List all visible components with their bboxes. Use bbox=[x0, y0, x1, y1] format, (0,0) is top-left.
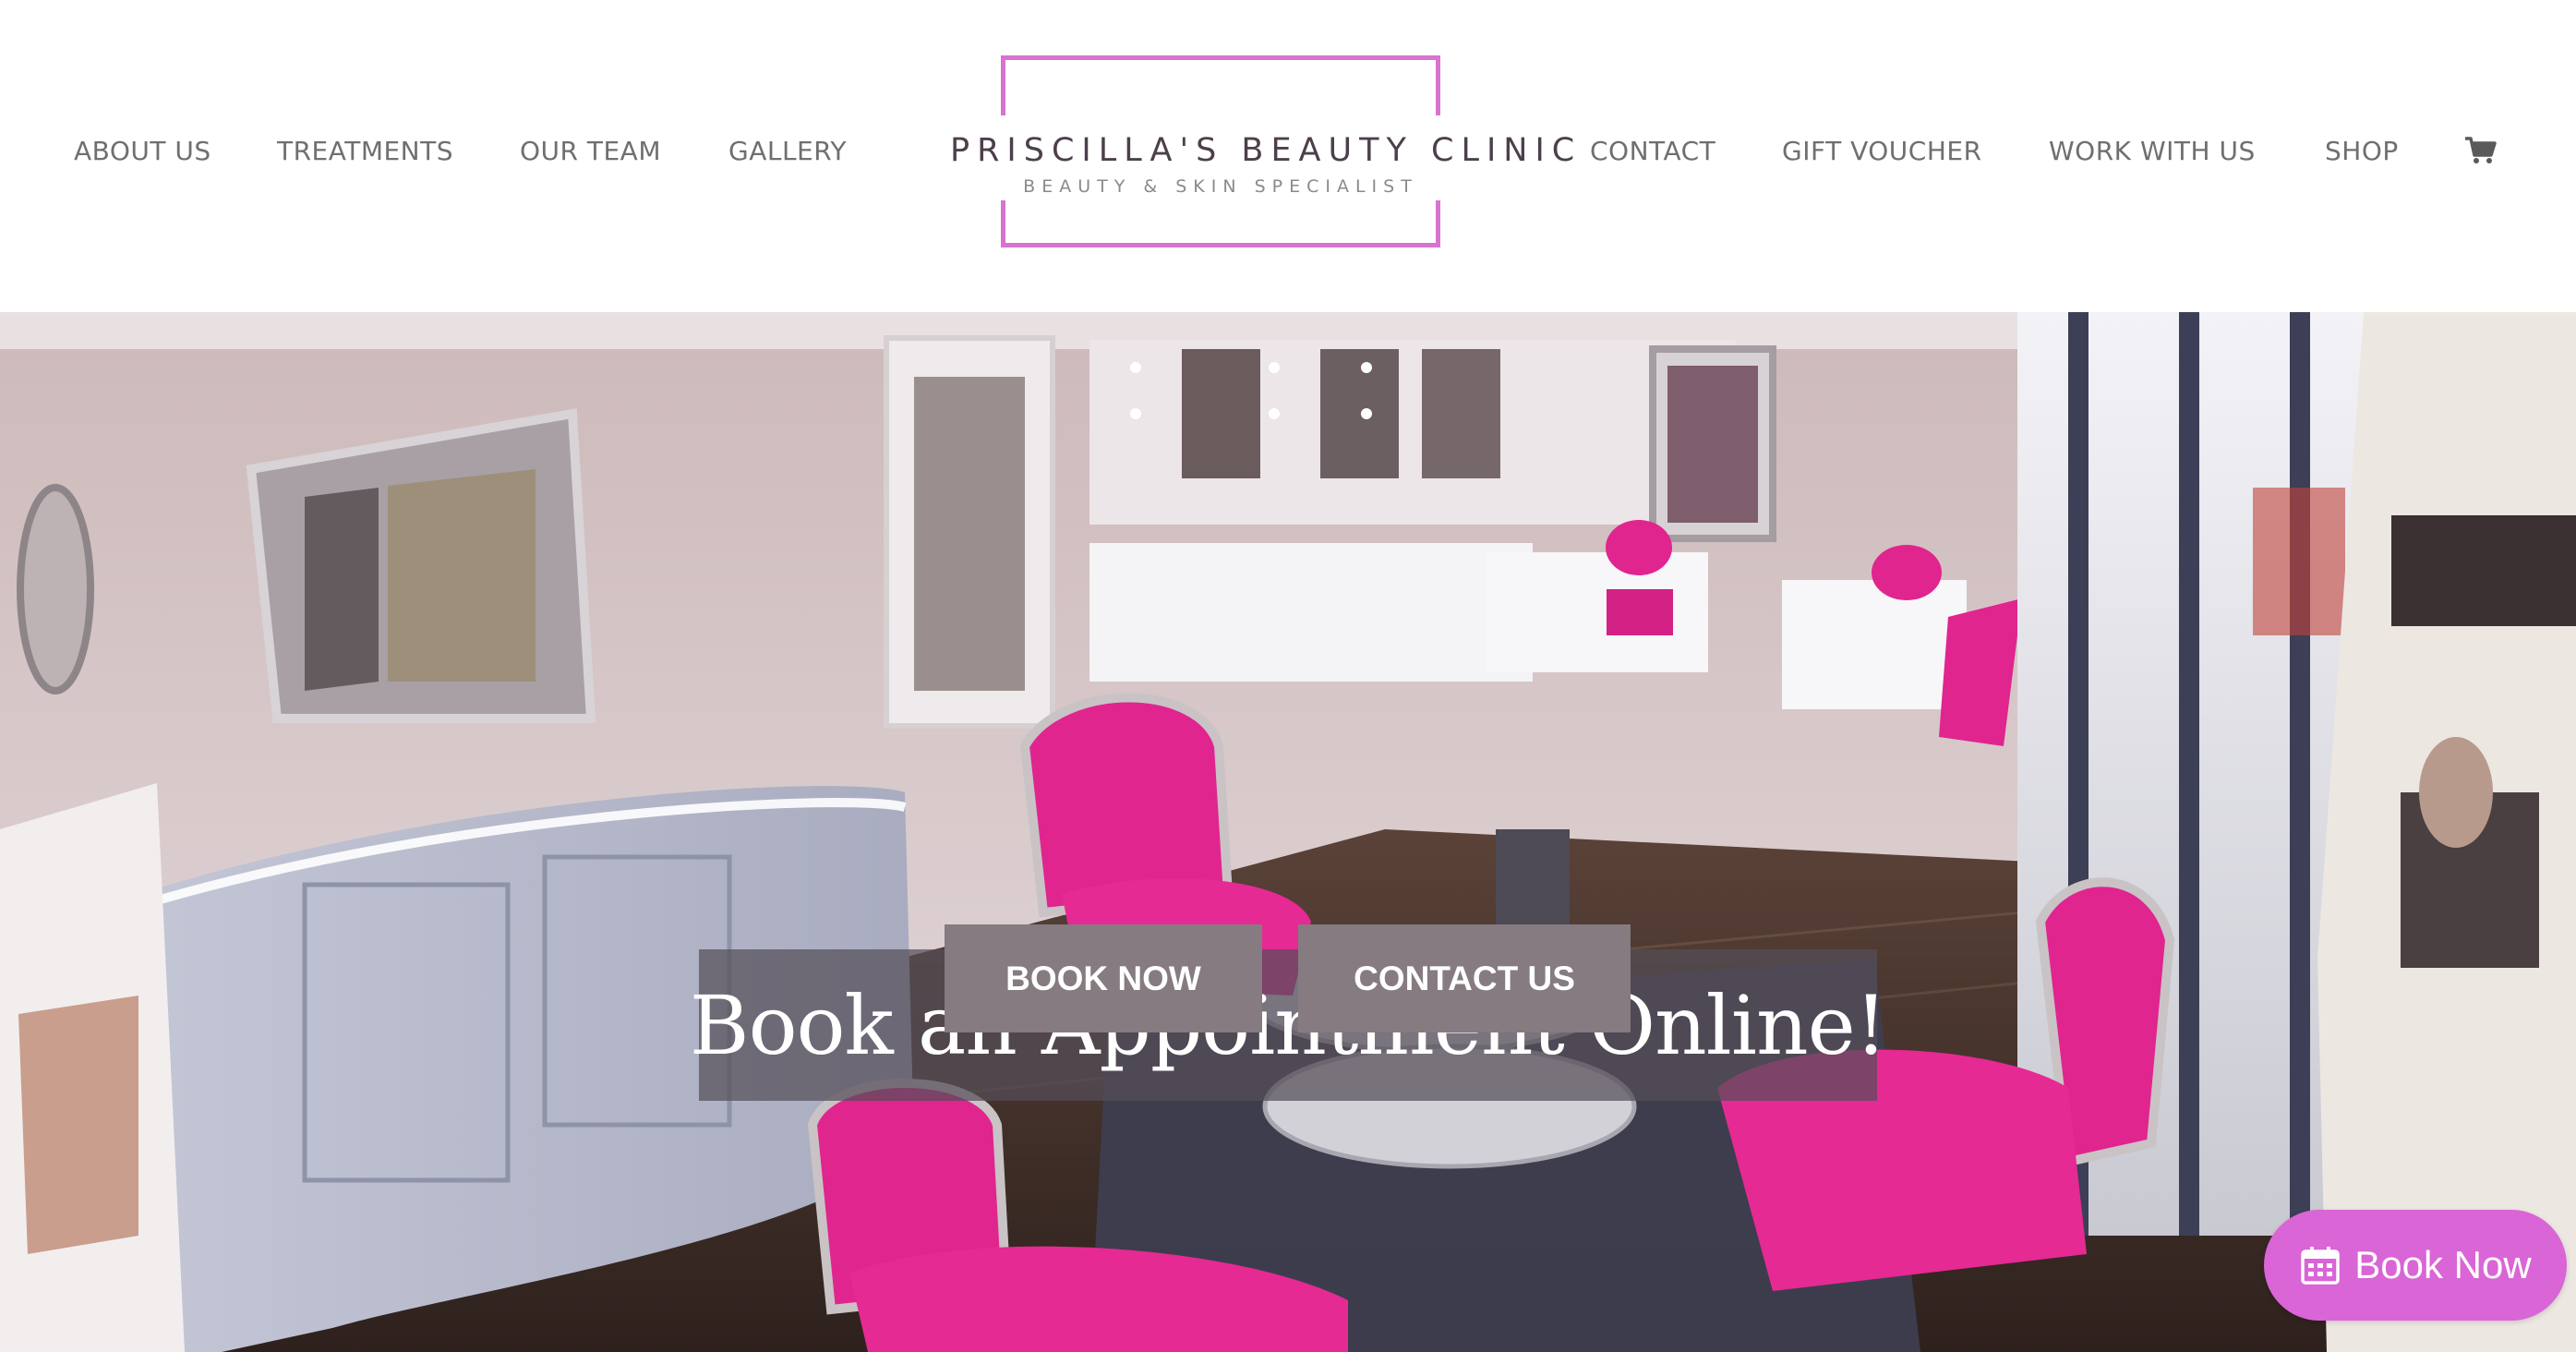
logo-subtitle: BEAUTY & SKIN SPECIALIST bbox=[1023, 176, 1418, 197]
contact-us-button[interactable]: CONTACT US bbox=[1298, 924, 1631, 1032]
site-logo[interactable]: PRISCILLA'S BEAUTY CLINIC BEAUTY & SKIN … bbox=[950, 55, 1574, 247]
headline-banner: Book an Appointment Online! bbox=[690, 949, 1887, 1101]
nav-our-team[interactable]: OUR TEAM bbox=[520, 137, 661, 166]
nav-work-with-us[interactable]: WORK WITH US bbox=[2049, 137, 2256, 166]
hero-headline: Book an Appointment Online! bbox=[689, 977, 1887, 1073]
hero-banner: Book an Appointment Online! BOOK NOW CON… bbox=[0, 312, 2576, 1352]
nav-treatments[interactable]: TREATMENTS bbox=[277, 137, 453, 166]
nav-gallery[interactable]: GALLERY bbox=[728, 137, 847, 166]
shopping-cart-icon[interactable] bbox=[2463, 135, 2497, 166]
nav-contact[interactable]: CONTACT bbox=[1590, 137, 1715, 166]
nav-gift-voucher[interactable]: GIFT VOUCHER bbox=[1782, 137, 1982, 166]
floating-book-now-button[interactable]: Book Now bbox=[2264, 1210, 2567, 1321]
nav-shop[interactable]: SHOP bbox=[2325, 137, 2399, 166]
logo-title: PRISCILLA'S BEAUTY CLINIC bbox=[950, 132, 1583, 169]
calendar-icon bbox=[2301, 1247, 2341, 1285]
salon-interior-photo bbox=[0, 312, 2576, 1352]
floating-book-now-label: Book Now bbox=[2354, 1243, 2532, 1286]
book-now-button[interactable]: BOOK NOW bbox=[945, 924, 1262, 1032]
site-header: ABOUT US TREATMENTS OUR TEAM GALLERY PRI… bbox=[0, 0, 2576, 312]
nav-about-us[interactable]: ABOUT US bbox=[74, 137, 211, 166]
